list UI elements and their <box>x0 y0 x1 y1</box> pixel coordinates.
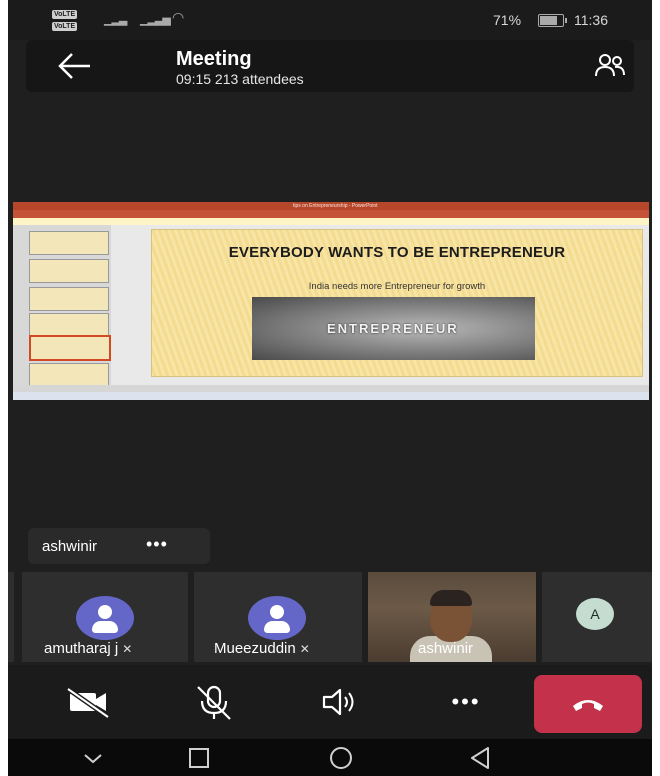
info-bar <box>13 218 649 225</box>
slide-subtitle: India needs more Entrepreneur for growth <box>308 281 486 292</box>
participant-initial-avatar[interactable]: A <box>576 598 614 630</box>
slide-thumbnail <box>29 363 109 387</box>
participant-tile-partial <box>8 572 14 662</box>
volte-badge: VoLTE <box>52 22 78 31</box>
meeting-header: Meeting 09:15 213 attendees <box>26 40 634 92</box>
back-triangle-icon[interactable] <box>466 745 496 771</box>
slide-image-text: ENTREPRENEUR <box>327 321 459 336</box>
slide-thumbnail <box>29 259 109 283</box>
volte-badge: VoLTE <box>52 10 78 19</box>
slide-thumbnail-panel <box>13 225 111 387</box>
person-avatar-icon <box>76 596 134 640</box>
recent-apps-icon[interactable] <box>184 745 214 771</box>
hang-up-icon <box>573 700 603 711</box>
slide-title: EVERYBODY WANTS TO BE ENTREPRENEUR <box>228 244 566 261</box>
mic-off-icon[interactable] <box>184 679 244 725</box>
battery-percent: 71% <box>493 12 522 28</box>
participant-name: ashwinir <box>418 640 474 657</box>
shared-screen[interactable]: tips on Entrepreneurship - PowerPoint EV… <box>13 202 649 400</box>
powerpoint-status-bar <box>13 385 649 392</box>
teams-call-screen: VoLTE VoLTE ▁▂▃ ▁▂▃▅ ◠ 71% 11:36 Meeting… <box>8 0 652 776</box>
presenter-name: ashwinir <box>42 538 98 555</box>
participant-tile[interactable]: Mueezuddin ✕ <box>194 572 362 662</box>
person-avatar-icon <box>248 596 306 640</box>
people-icon[interactable] <box>594 52 626 80</box>
arrow-left-icon[interactable] <box>56 50 94 82</box>
home-icon[interactable] <box>326 745 356 771</box>
chevron-down-icon[interactable] <box>78 745 108 771</box>
wifi-icon: ◠ <box>172 9 185 25</box>
meeting-title: Meeting <box>176 48 252 70</box>
slide-thumbnail <box>29 231 109 255</box>
camera-off-icon[interactable] <box>58 679 118 725</box>
signal-icon: ▁▂▃▅ <box>140 14 171 26</box>
speaker-icon[interactable] <box>310 679 370 725</box>
android-nav-bar <box>8 739 652 776</box>
participant-tile[interactable]: amutharaj j ✕ <box>22 572 188 662</box>
slide-thumbnail <box>29 287 109 311</box>
powerpoint-titlebar: tips on Entrepreneurship - PowerPoint <box>13 202 649 210</box>
battery-icon <box>538 14 567 27</box>
more-options-button[interactable]: ••• <box>146 534 168 555</box>
meeting-subtitle: 09:15 213 attendees <box>176 71 304 87</box>
more-options-button[interactable]: ••• <box>436 679 496 725</box>
mic-off-icon: ✕ <box>122 642 133 656</box>
slide-thumbnail-selected <box>29 335 111 361</box>
windows-taskbar <box>13 392 649 400</box>
powerpoint-ribbon <box>13 210 649 218</box>
mic-off-icon: ✕ <box>299 642 310 656</box>
slide-image: ENTREPRENEUR <box>252 297 535 360</box>
current-slide: EVERYBODY WANTS TO BE ENTREPRENEUR India… <box>151 229 643 377</box>
signal-icon: ▁▂▃ <box>104 14 127 26</box>
video-person <box>430 590 472 606</box>
hang-up-button[interactable] <box>534 675 642 733</box>
presenter-name-chip: ashwinir ••• <box>28 528 210 564</box>
status-bar: VoLTE VoLTE ▁▂▃ ▁▂▃▅ ◠ 71% 11:36 <box>8 0 652 40</box>
battery-fill <box>540 16 558 25</box>
call-control-bar: ••• <box>8 665 652 739</box>
participant-video-tile[interactable]: ashwinir <box>368 572 536 662</box>
participant-name: Mueezuddin ✕ <box>214 640 310 657</box>
participant-name: amutharaj j ✕ <box>44 640 133 657</box>
clock: 11:36 <box>574 12 608 28</box>
slide-thumbnail <box>29 313 109 337</box>
window-title: tips on Entrepreneurship - PowerPoint <box>293 203 378 209</box>
